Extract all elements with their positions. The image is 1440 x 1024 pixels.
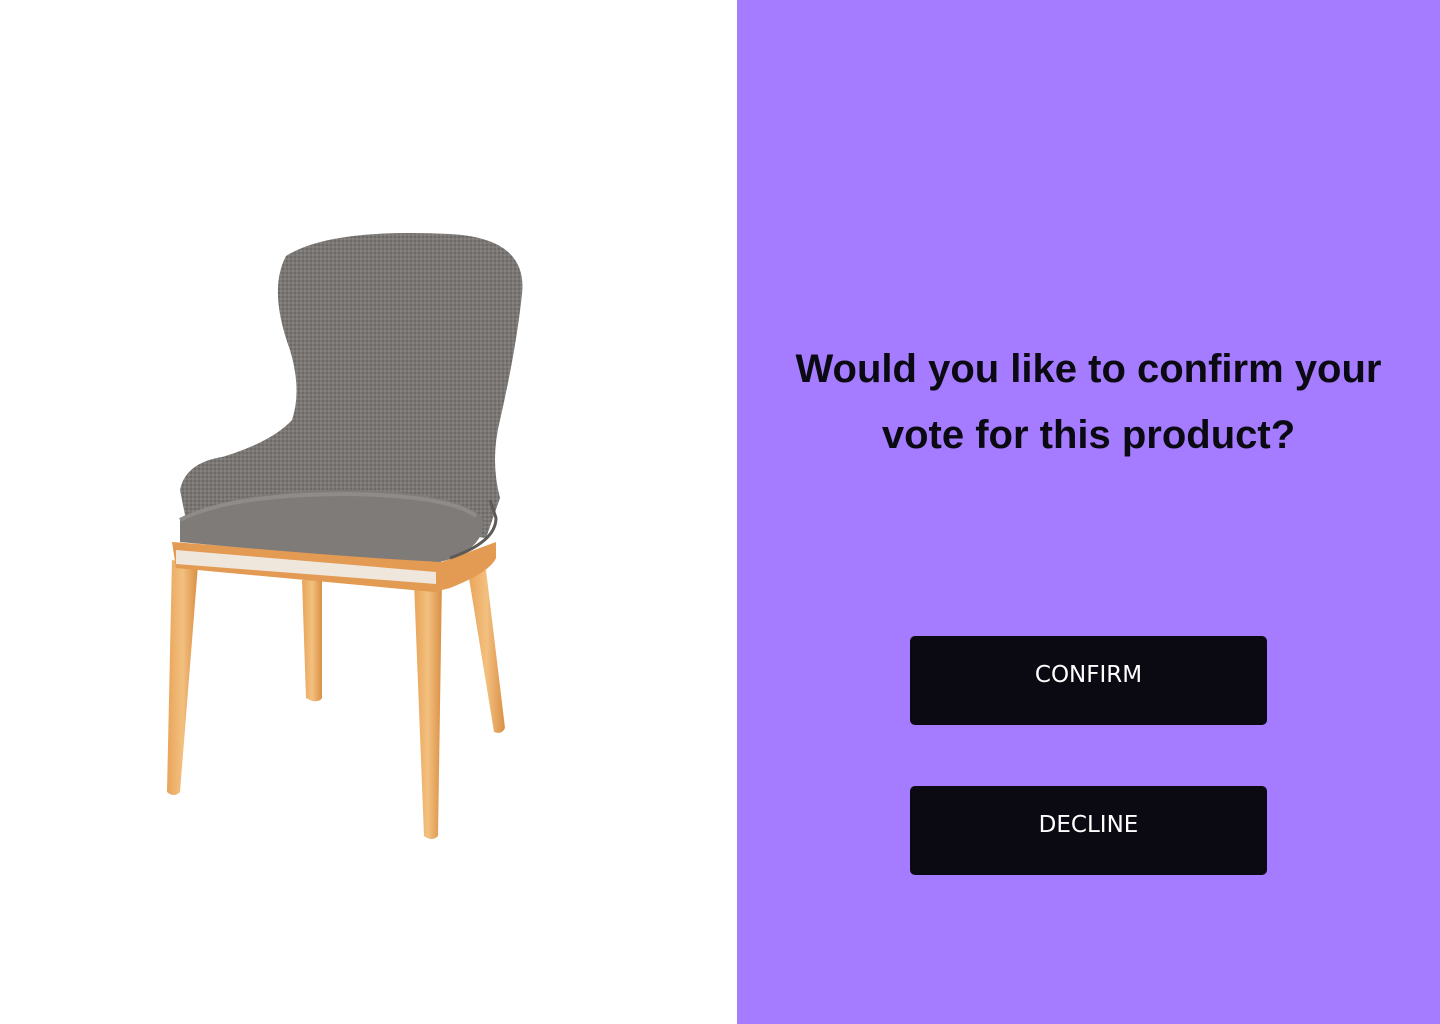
question-line-2: vote for this product? bbox=[881, 413, 1296, 457]
confirm-vote-question: Would you like to confirm your vote for … bbox=[737, 336, 1440, 468]
decline-button[interactable]: DECLINE bbox=[910, 786, 1267, 875]
confirm-button[interactable]: CONFIRM bbox=[910, 636, 1267, 725]
vote-confirmation-page: Would you like to confirm your vote for … bbox=[0, 0, 1440, 1024]
confirmation-panel: Would you like to confirm your vote for … bbox=[737, 0, 1440, 1024]
chair-product-image bbox=[167, 232, 523, 839]
product-image-pane bbox=[0, 0, 737, 1024]
question-line-1: Would you like to confirm your bbox=[795, 347, 1382, 391]
